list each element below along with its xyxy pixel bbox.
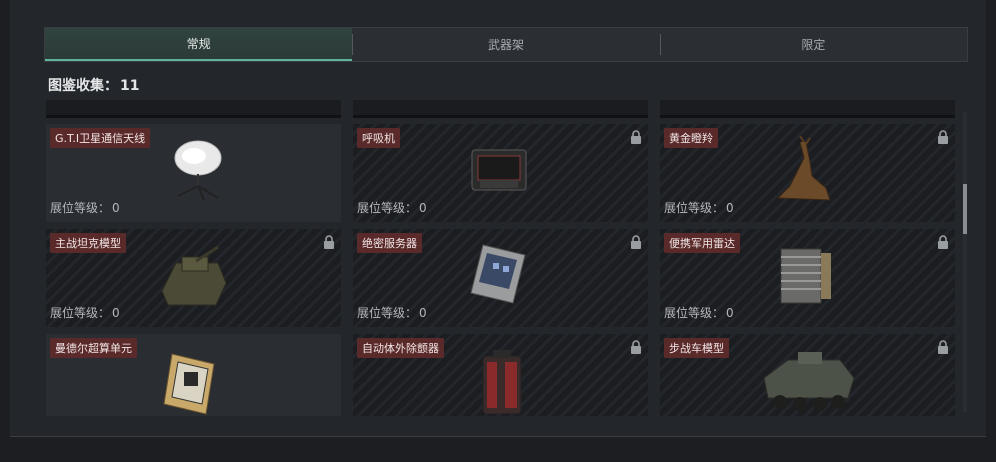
booth-level: 展位等级： 0 [357, 201, 427, 215]
lock-icon [324, 235, 334, 249]
partial-previous-row [46, 100, 958, 118]
tank-model-icon [161, 245, 227, 306]
card-name: 主战坦克模型 [50, 233, 126, 253]
lock-icon [631, 130, 641, 144]
booth-level: 展位等级： 0 [50, 306, 120, 320]
booth-level: 展位等级： 0 [664, 201, 734, 215]
supercomputer-unit-icon [163, 353, 215, 415]
radar-icon [780, 248, 831, 304]
partial-card [353, 100, 648, 118]
collection-number: 11 [120, 78, 140, 94]
ifv-model-icon [763, 352, 855, 411]
item-grid: G.T.I卫星通信天线 展位等级： 0 呼吸机 展位等级： 0 黄金瞪羚 展位等级：… [46, 100, 958, 416]
card-name: 曼德尔超算单元 [50, 338, 137, 358]
card-name: 呼吸机 [357, 128, 400, 148]
booth-level: 展位等级： 0 [357, 306, 427, 320]
card-aed-defibrillator[interactable]: 自动体外除颤器 [353, 334, 648, 416]
card-ifv-model[interactable]: 步战车模型 [660, 334, 955, 416]
tab-general[interactable]: 常规 [45, 28, 353, 61]
card-name: 自动体外除颤器 [357, 338, 444, 358]
booth-level: 展位等级： 0 [664, 306, 734, 320]
card-respirator[interactable]: 呼吸机 展位等级： 0 [353, 124, 648, 222]
card-gti-satellite-antenna[interactable]: G.T.I卫星通信天线 展位等级： 0 [46, 124, 341, 222]
tab-weapon-rack[interactable]: 武器架 [352, 28, 659, 61]
lock-icon [631, 235, 641, 249]
card-name: 绝密服务器 [357, 233, 422, 253]
golden-gazelle-icon [776, 136, 831, 201]
card-top-secret-server[interactable]: 绝密服务器 展位等级： 0 [353, 229, 648, 327]
partial-card [660, 100, 955, 118]
grid-scrollbar[interactable] [963, 112, 967, 412]
card-mandel-supercomputing-unit[interactable]: 曼德尔超算单元 [46, 334, 341, 416]
lock-icon [938, 235, 948, 249]
partial-card [46, 100, 341, 118]
server-icon [470, 244, 526, 304]
lock-icon [938, 130, 948, 144]
card-portable-military-radar[interactable]: 便携军用雷达 展位等级： 0 [660, 229, 955, 327]
scrollbar-thumb[interactable] [963, 184, 967, 234]
satellite-dish-icon [174, 140, 222, 201]
collection-label: 图鉴收集： [48, 78, 118, 94]
tab-limited[interactable]: 限定 [659, 28, 967, 61]
respirator-icon [471, 149, 527, 191]
lock-icon [631, 340, 641, 354]
card-main-battle-tank-model[interactable]: 主战坦克模型 展位等级： 0 [46, 229, 341, 327]
card-name: 便携军用雷达 [664, 233, 740, 253]
card-name: 黄金瞪羚 [664, 128, 718, 148]
booth-level: 展位等级： 0 [50, 201, 120, 215]
category-tabs: 常规 武器架 限定 [44, 27, 968, 62]
collection-count: 图鉴收集： 11 [46, 75, 139, 95]
defibrillator-icon [482, 350, 522, 414]
lock-icon [938, 340, 948, 354]
card-name: 步战车模型 [664, 338, 729, 358]
card-golden-gazelle[interactable]: 黄金瞪羚 展位等级： 0 [660, 124, 955, 222]
card-name: G.T.I卫星通信天线 [50, 128, 151, 148]
